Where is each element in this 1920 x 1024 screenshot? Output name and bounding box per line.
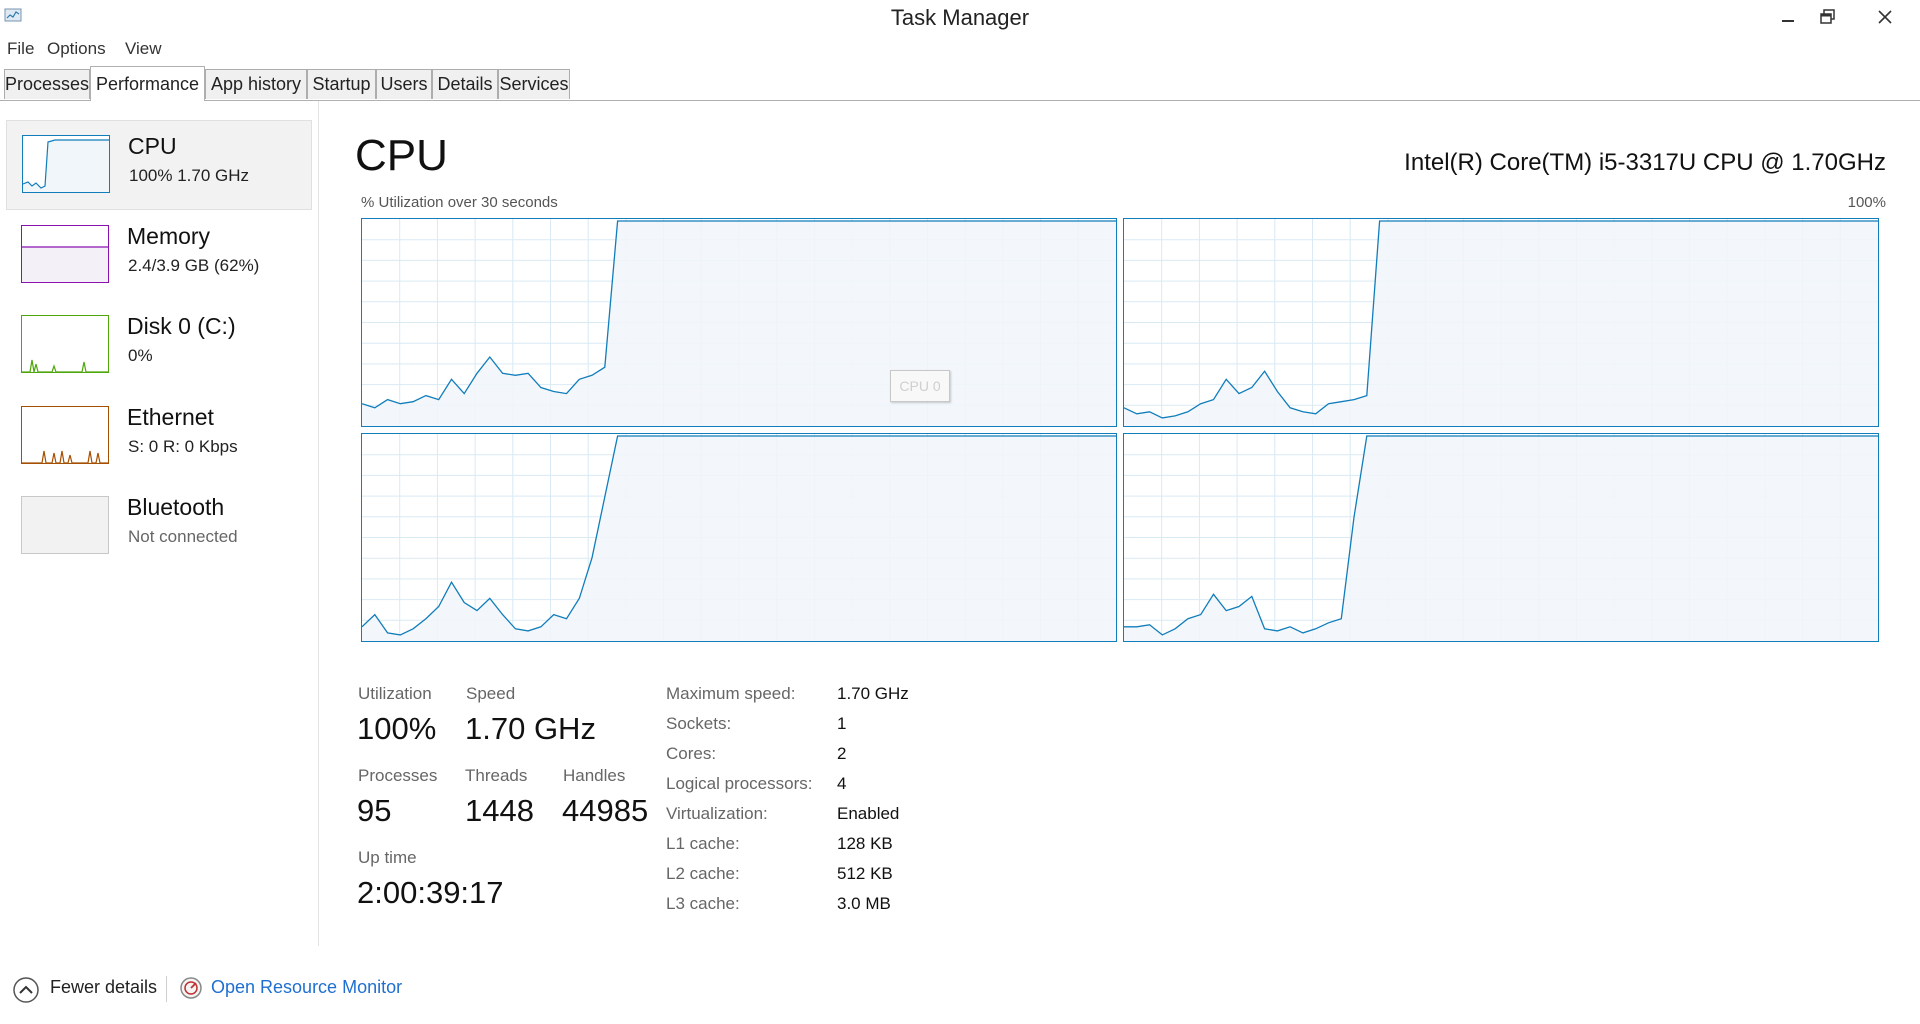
speed-value: 1.70 GHz [465,711,596,746]
menu-view[interactable]: View [125,39,162,59]
cpu-detail-panel: CPU Intel(R) Core(TM) i5-3317U CPU @ 1.7… [320,101,1920,946]
spec-label-l1-cache: L1 cache: [666,834,740,853]
sidebar-item-bluetooth-sub: Not connected [128,527,238,546]
cpu-thumbnail-graph [22,135,110,193]
sidebar: CPU 100% 1.70 GHz Memory 2.4/3.9 GB (62%… [0,101,319,946]
disk-thumbnail-graph [21,315,109,373]
cpu-3-chart [1124,434,1878,641]
page-title: CPU [355,131,448,180]
spec-label-logical-processors: Logical processors: [666,774,813,793]
tab-details[interactable]: Details [432,69,498,99]
spec-label-max-speed: Maximum speed: [666,684,796,703]
cpu-3-graph[interactable] [1123,433,1879,642]
sidebar-item-disk-name: Disk 0 (C:) [127,313,236,339]
sidebar-item-cpu-sub: 100% 1.70 GHz [129,166,250,185]
tab-bar: Processes Performance App history Startu… [0,66,1920,101]
utilization-label: Utilization [358,684,432,703]
utilization-value: 100% [357,711,437,746]
spec-label-l2-cache: L2 cache: [666,864,740,883]
tab-users[interactable]: Users [376,69,432,99]
sidebar-item-ethernet-name: Ethernet [127,404,214,430]
speed-label: Speed [466,684,516,703]
sidebar-item-cpu[interactable]: CPU 100% 1.70 GHz [6,120,312,210]
uptime-value: 2:00:39:17 [357,875,504,910]
spec-label-virtualization: Virtualization: [666,804,768,823]
cpu-0-graph[interactable] [361,218,1117,427]
tab-processes[interactable]: Processes [4,69,90,99]
window-title: Task Manager [890,5,1030,30]
sidebar-item-ethernet-sub: S: 0 R: 0 Kbps [128,437,238,456]
handles-value: 44985 [562,793,649,828]
menu-file[interactable]: File [7,39,34,59]
sidebar-item-bluetooth-name: Bluetooth [127,494,225,520]
fewer-details-chevron-up-icon[interactable] [12,976,40,1004]
tab-startup[interactable]: Startup [307,69,376,99]
ethernet-thumbnail-graph [21,406,109,464]
tab-app-history[interactable]: App history [205,69,307,99]
memory-thumbnail-graph [21,225,109,283]
cpu-0-chart [362,219,1116,426]
threads-value: 1448 [465,793,534,828]
spec-value-l3-cache: 3.0 MB [837,894,891,913]
sidebar-item-cpu-name: CPU [128,133,177,159]
cpu-2-chart [362,434,1116,641]
menu-bar: File Options View [0,36,1920,64]
spec-label-l3-cache: L3 cache: [666,894,740,913]
minimize-icon [1782,20,1794,22]
tab-services[interactable]: Services [498,69,570,99]
footer-bar: Fewer details Open Resource Monitor [0,966,1920,1024]
fewer-details-button[interactable]: Fewer details [50,977,157,998]
spec-value-logical-processors: 4 [837,774,847,793]
sidebar-item-disk-sub: 0% [128,346,153,365]
minimize-button[interactable] [1768,0,1808,34]
open-resource-monitor-link[interactable]: Open Resource Monitor [211,977,402,998]
uptime-label: Up time [358,848,417,867]
spec-value-sockets: 1 [837,714,847,733]
cpu-1-graph[interactable] [1123,218,1879,427]
cpu-2-graph[interactable] [361,433,1117,642]
graph-tooltip: CPU 0 [890,370,950,402]
spec-label-cores: Cores: [666,744,717,763]
close-button[interactable] [1860,0,1910,34]
footer-divider [166,976,167,1002]
spec-value-max-speed: 1.70 GHz [837,684,909,703]
menu-options[interactable]: Options [47,39,106,59]
cpu-1-chart [1124,219,1878,426]
handles-label: Handles [563,766,626,785]
threads-label: Threads [465,766,528,785]
spec-value-virtualization: Enabled [837,804,900,823]
spec-value-l2-cache: 512 KB [837,864,893,883]
tab-performance[interactable]: Performance [90,66,205,101]
restore-icon [1820,9,1835,24]
graph-max-label: 100% [1847,194,1886,211]
sidebar-item-memory-name: Memory [127,223,211,249]
resource-monitor-icon [180,977,202,999]
processes-value: 95 [357,793,392,828]
processes-label: Processes [358,766,438,785]
spec-label-sockets: Sockets: [666,714,732,733]
sidebar-item-bluetooth[interactable]: Bluetooth Not connected [6,482,312,572]
sidebar-item-memory-sub: 2.4/3.9 GB (62%) [128,256,260,275]
cpu-model-name: Intel(R) Core(TM) i5-3317U CPU @ 1.70GHz [1404,149,1886,176]
bluetooth-thumbnail-graph [21,496,109,554]
spec-value-l1-cache: 128 KB [837,834,893,853]
graph-axis-label: % Utilization over 30 seconds [361,194,558,211]
close-icon [1878,10,1892,24]
spec-value-cores: 2 [837,744,847,763]
sidebar-item-disk[interactable]: Disk 0 (C:) 0% [6,301,312,391]
title-bar: Task Manager [0,0,1920,34]
sidebar-item-memory[interactable]: Memory 2.4/3.9 GB (62%) [6,211,312,301]
sidebar-item-ethernet[interactable]: Ethernet S: 0 R: 0 Kbps [6,392,312,482]
restore-button[interactable] [1808,0,1848,34]
